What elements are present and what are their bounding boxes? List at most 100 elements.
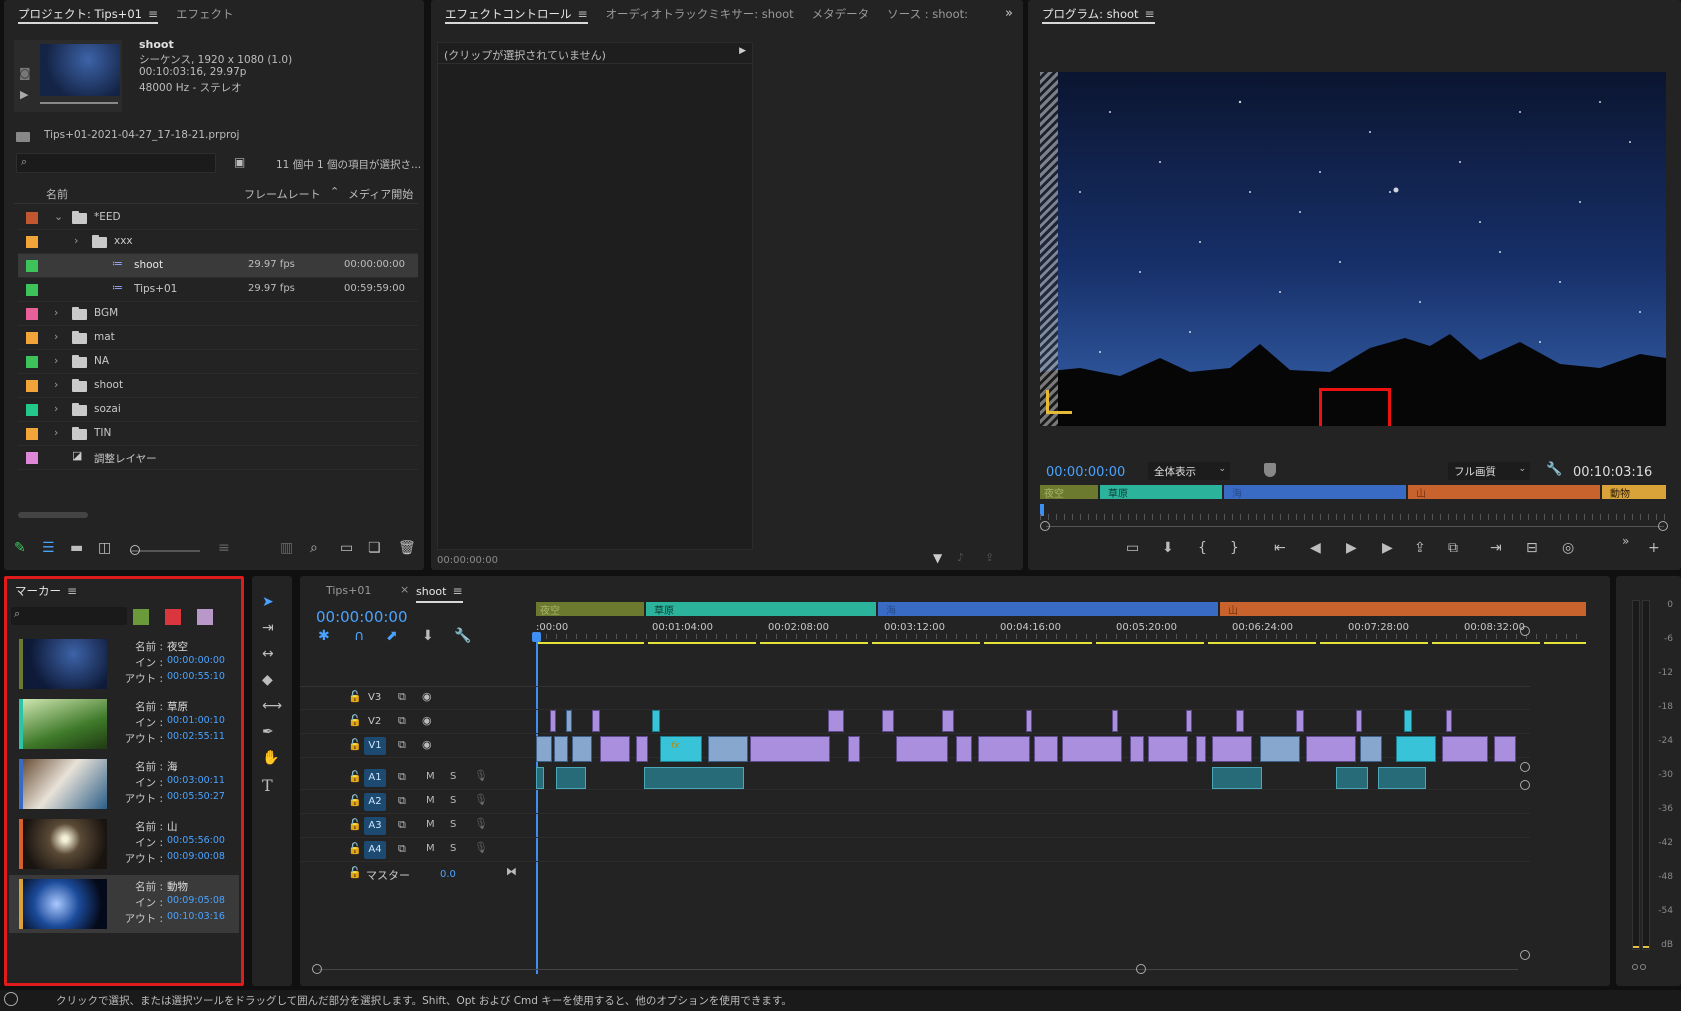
chevron-right-icon[interactable]: › bbox=[54, 330, 58, 343]
solo-button[interactable]: S bbox=[450, 771, 456, 782]
marker-span-animal[interactable]: 動物 bbox=[1602, 485, 1666, 500]
marker-out-value[interactable]: 00:05:50:27 bbox=[167, 791, 225, 802]
export-icon[interactable]: ⇪ bbox=[985, 551, 994, 564]
add-button-icon[interactable]: + bbox=[1648, 540, 1660, 556]
marker-list-item[interactable]: 名前 : 草原 イン : 00:01:00:10 アウト : 00:02:55:11 bbox=[9, 695, 239, 753]
project-item-row[interactable]: › xxx bbox=[18, 230, 418, 254]
timeline-playhead[interactable] bbox=[536, 634, 538, 974]
timeline-timecode[interactable]: 00:00:00:00 bbox=[316, 608, 408, 626]
mark-out-icon[interactable]: } bbox=[1230, 540, 1239, 556]
solo-button[interactable]: S bbox=[450, 819, 456, 830]
mute-button[interactable]: M bbox=[426, 795, 435, 806]
marker-span-night-sky[interactable]: 夜空 bbox=[536, 602, 644, 617]
overflow-tabs-icon[interactable]: » bbox=[1005, 6, 1013, 21]
v1-clip[interactable] bbox=[896, 736, 948, 762]
zoom-select[interactable]: 全体表示 ⌄ bbox=[1148, 462, 1230, 480]
label-color-swatch[interactable] bbox=[26, 284, 38, 296]
marker-out-value[interactable]: 00:10:03:16 bbox=[167, 911, 225, 922]
v2-clip[interactable] bbox=[1236, 710, 1244, 732]
marker-span-grassland[interactable]: 草原 bbox=[646, 602, 876, 617]
track-target-audio[interactable]: A1 bbox=[364, 769, 386, 787]
v2-clip[interactable] bbox=[1186, 710, 1192, 732]
chevron-right-icon[interactable]: › bbox=[54, 378, 58, 391]
go-to-out-icon[interactable]: ⇥ bbox=[1490, 540, 1502, 556]
program-playhead-timecode[interactable]: 00:00:00:00 bbox=[1046, 465, 1125, 480]
v1-clip[interactable] bbox=[1130, 736, 1144, 762]
project-item-row[interactable]: › sozai bbox=[18, 398, 418, 422]
mark-in-icon[interactable]: { bbox=[1198, 540, 1207, 556]
panel-menu-icon[interactable]: ≡ bbox=[67, 584, 77, 598]
tab-metadata[interactable]: メタデータ bbox=[808, 0, 884, 30]
new-search-bin-icon[interactable]: ▣ bbox=[234, 155, 245, 169]
v2-clip[interactable] bbox=[942, 710, 954, 732]
track-target-audio[interactable]: A4 bbox=[364, 841, 386, 859]
project-item-row[interactable]: ⌄ *EED bbox=[18, 206, 418, 230]
play-icon[interactable]: ▶ bbox=[1346, 540, 1357, 556]
v2-clip[interactable] bbox=[828, 710, 844, 732]
marker-span-night-sky[interactable]: 夜空 bbox=[1040, 485, 1098, 500]
slip-tool-icon[interactable]: ⟷ bbox=[262, 698, 282, 714]
microphone-icon[interactable]: 🎙 bbox=[474, 841, 488, 854]
label-color-swatch[interactable] bbox=[26, 212, 38, 224]
lock-icon[interactable]: 🔓 bbox=[348, 714, 362, 727]
play-icon[interactable]: ▶ bbox=[20, 88, 28, 101]
col-name[interactable]: 名前 bbox=[46, 186, 68, 202]
mute-button[interactable]: M bbox=[426, 819, 435, 830]
find-icon[interactable]: ⌕ bbox=[310, 540, 318, 556]
chevron-right-icon[interactable]: › bbox=[54, 402, 58, 415]
solo-button[interactable]: S bbox=[450, 795, 456, 806]
track-target-v1[interactable]: V1 bbox=[364, 737, 386, 755]
project-item-row[interactable]: ≔ shoot 29.97 fps 00:00:00:00 bbox=[18, 254, 418, 278]
v1-clip[interactable] bbox=[1062, 736, 1122, 762]
label-color-swatch[interactable] bbox=[26, 380, 38, 392]
a1-clip[interactable] bbox=[644, 767, 744, 789]
pencil-icon[interactable]: ✎ bbox=[14, 540, 26, 556]
lock-icon[interactable]: 🔓 bbox=[348, 794, 362, 807]
a1-clip[interactable] bbox=[1212, 767, 1262, 789]
master-volume-value[interactable]: 0.0 bbox=[440, 869, 456, 880]
export-frame-icon[interactable]: ◎ bbox=[1562, 540, 1574, 556]
timeline-vscroll-top[interactable] bbox=[1520, 626, 1530, 636]
marker-span-sea[interactable]: 海 bbox=[1224, 485, 1406, 500]
chevron-right-icon[interactable]: › bbox=[74, 234, 78, 247]
markers-search-input[interactable]: ⌕ bbox=[11, 607, 127, 625]
go-to-in-icon[interactable]: ⇤ bbox=[1274, 540, 1286, 556]
tab-project[interactable]: プロジェクト: Tips+01 ≡ bbox=[14, 0, 172, 30]
v1-clip[interactable] bbox=[848, 736, 860, 762]
marker-in-value[interactable]: 00:01:00:10 bbox=[167, 715, 225, 726]
solo-button[interactable]: S bbox=[450, 843, 456, 854]
zoom-slider-handle[interactable] bbox=[130, 545, 140, 555]
marker-in-value[interactable]: 00:05:56:00 bbox=[167, 835, 225, 846]
eye-icon[interactable]: ◉ bbox=[422, 714, 432, 727]
v1-clip[interactable] bbox=[750, 736, 830, 762]
sync-lock-icon[interactable]: ⧉ bbox=[398, 690, 406, 704]
scroll-start-handle[interactable] bbox=[1040, 521, 1050, 531]
trash-icon[interactable]: 🗑 bbox=[398, 540, 416, 556]
v2-clip[interactable] bbox=[1026, 710, 1032, 732]
v1-clip[interactable] bbox=[554, 736, 568, 762]
v2-clip[interactable] bbox=[550, 710, 556, 732]
linked-selection-icon[interactable]: ⬈ bbox=[386, 628, 398, 644]
lock-icon[interactable]: 🔓 bbox=[348, 866, 362, 879]
v2-clip[interactable] bbox=[1296, 710, 1304, 732]
v2-clip[interactable] bbox=[592, 710, 600, 732]
new-bin-icon[interactable]: ▭ bbox=[340, 540, 353, 556]
panel-menu-icon[interactable]: ≡ bbox=[148, 0, 158, 28]
v1-clip[interactable] bbox=[956, 736, 972, 762]
tab-effects[interactable]: エフェクト bbox=[172, 0, 248, 30]
filter-red-swatch[interactable] bbox=[165, 609, 181, 625]
v2-clip[interactable] bbox=[652, 710, 660, 732]
marker-out-value[interactable]: 00:00:55:10 bbox=[167, 671, 225, 682]
v2-clip[interactable] bbox=[1356, 710, 1362, 732]
v1-clip[interactable] bbox=[1360, 736, 1382, 762]
panel-menu-icon[interactable]: ≡ bbox=[578, 0, 588, 28]
v1-clip[interactable] bbox=[636, 736, 648, 762]
project-hscrollbar[interactable] bbox=[18, 512, 88, 518]
v1-clip[interactable] bbox=[600, 736, 630, 762]
freeform-view-icon[interactable]: ◫ bbox=[98, 540, 111, 556]
label-color-swatch[interactable] bbox=[26, 308, 38, 320]
timeline-vscroll-mid2[interactable] bbox=[1520, 780, 1530, 790]
bowtie-icon[interactable]: ⧓ bbox=[506, 865, 517, 878]
v2-clip[interactable] bbox=[1446, 710, 1452, 732]
marker-in-value[interactable]: 00:00:00:00 bbox=[167, 655, 225, 666]
